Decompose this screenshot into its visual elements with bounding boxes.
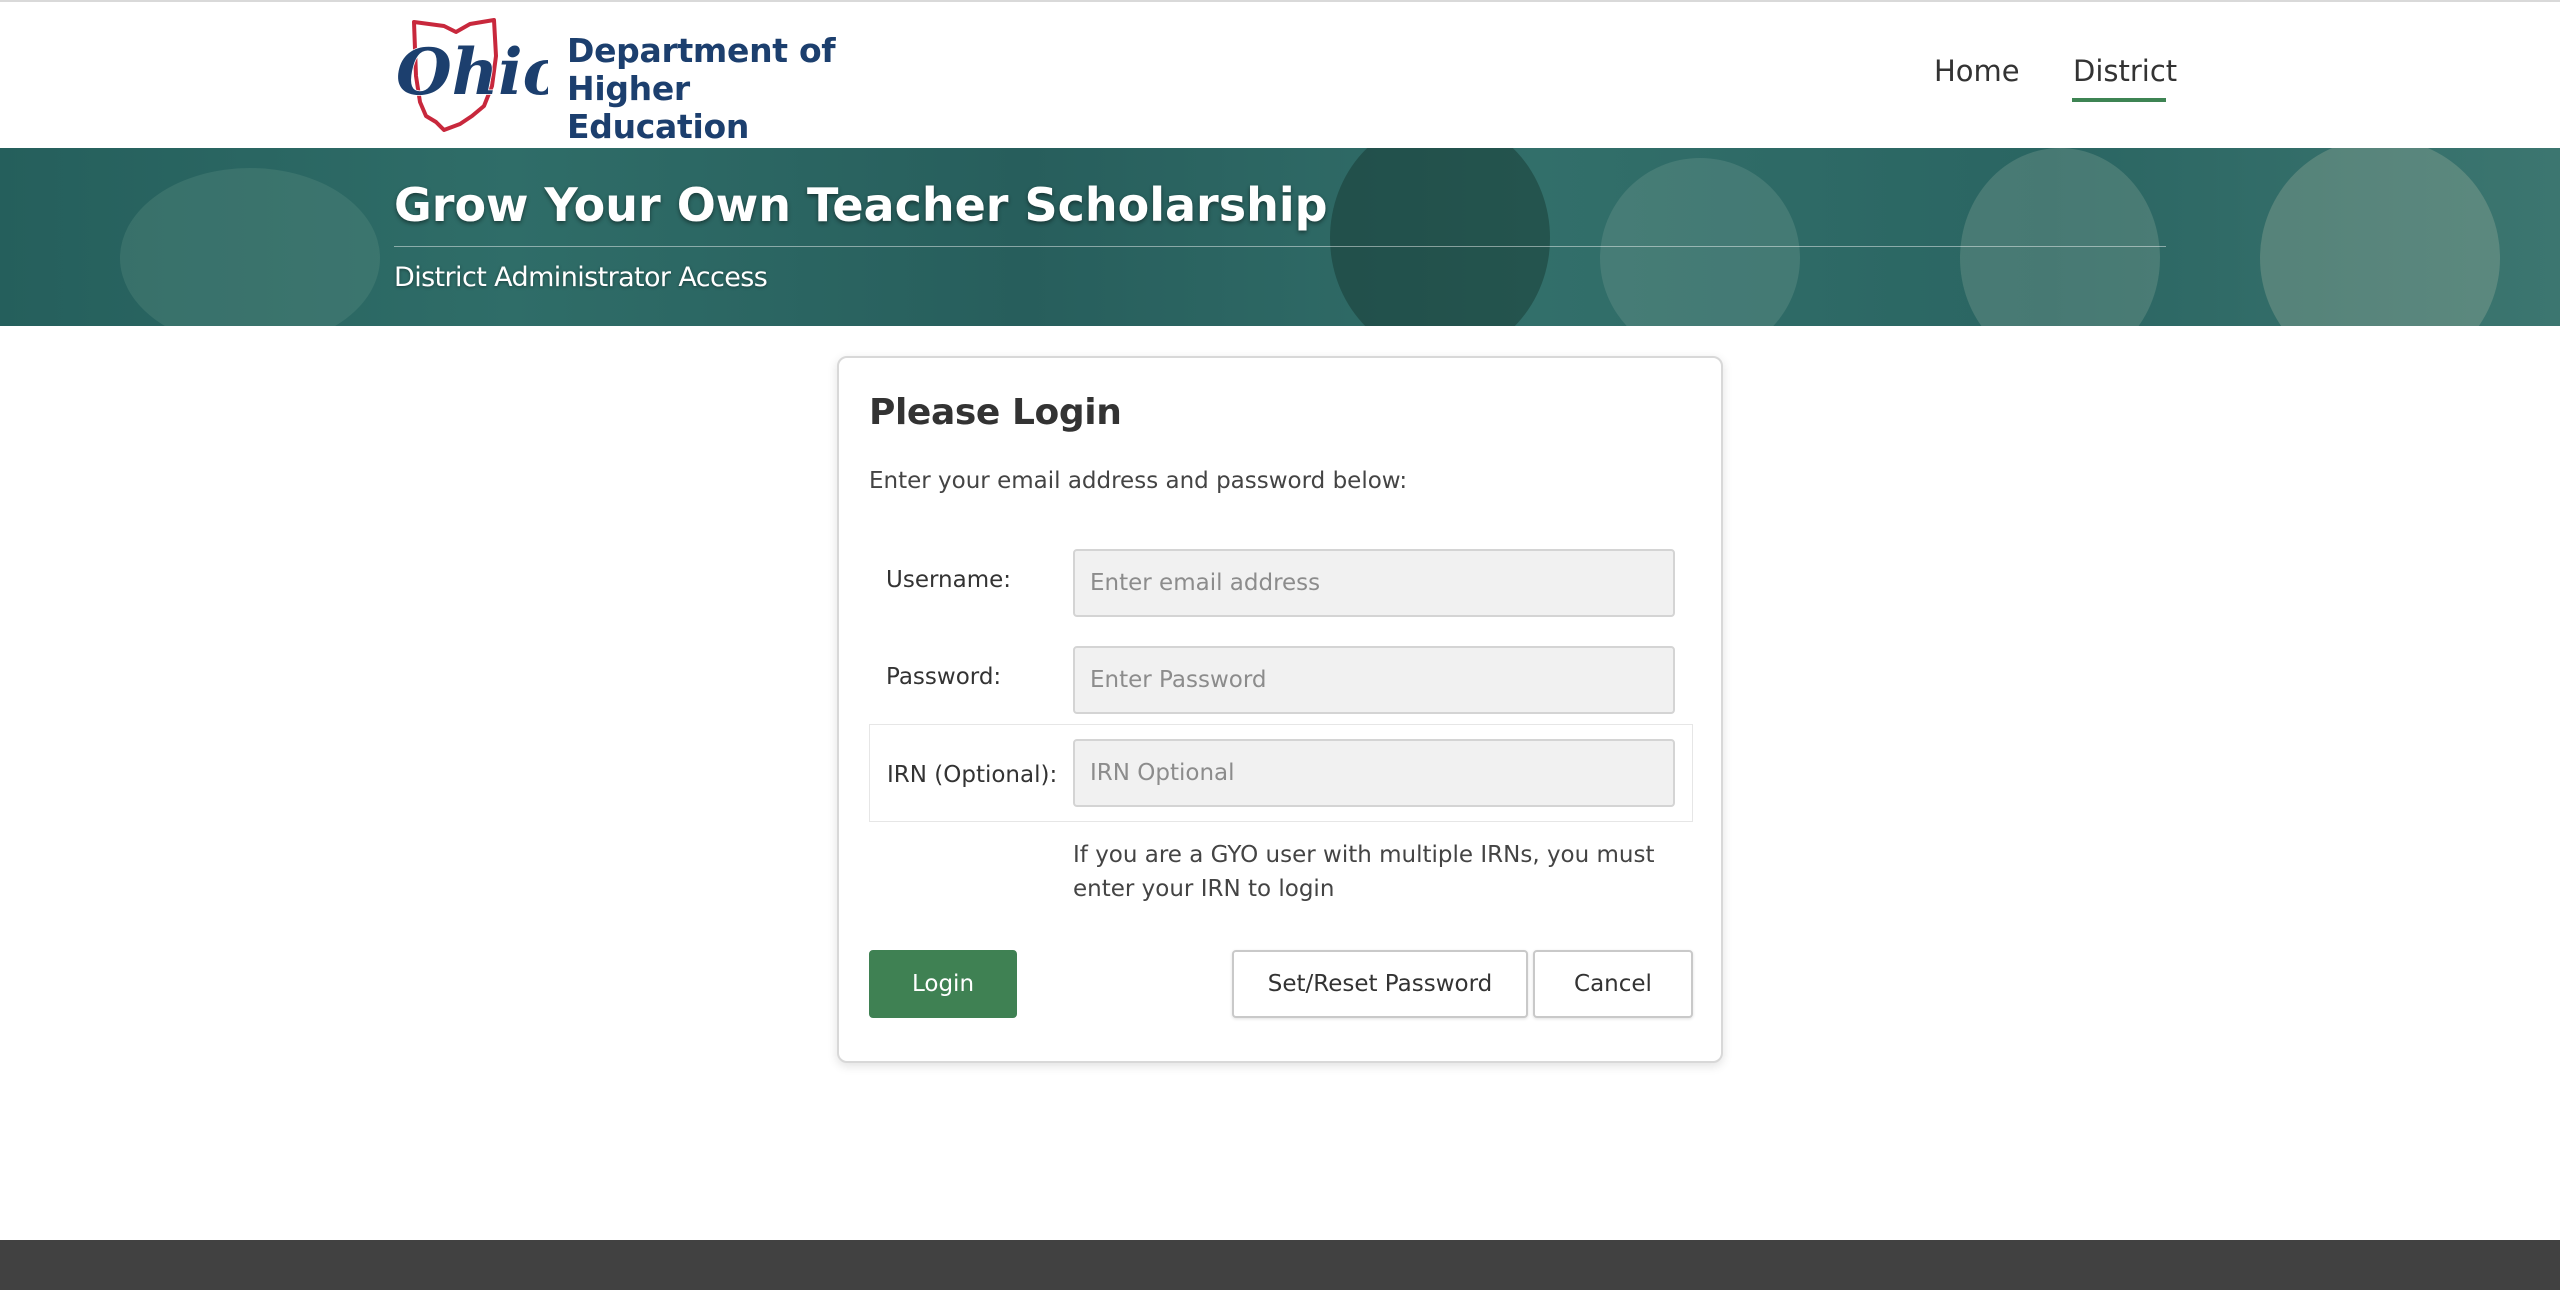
password-row: Password: — [869, 631, 1693, 729]
banner-photo-texture — [1960, 148, 2160, 326]
banner-photo-texture — [120, 168, 380, 326]
irn-row: IRN (Optional): — [869, 724, 1693, 822]
username-row: Username: — [869, 534, 1693, 632]
logo-wordmark: Department of Higher Education — [567, 32, 872, 146]
login-instructions: Enter your email address and password be… — [869, 468, 1408, 494]
password-input[interactable] — [1073, 646, 1675, 714]
page-subtitle: District Administrator Access — [394, 262, 768, 293]
ohio-state-logo-icon: Ohio — [395, 18, 548, 132]
reset-password-button[interactable]: Set/Reset Password — [1232, 950, 1528, 1018]
nav-district-link[interactable]: District — [2073, 54, 2177, 88]
nav-home-link[interactable]: Home — [1934, 54, 2020, 88]
banner-photo-texture — [2260, 148, 2500, 326]
password-label: Password: — [886, 664, 1002, 690]
site-footer — [0, 1240, 2560, 1290]
username-input[interactable] — [1073, 549, 1675, 617]
nav-active-indicator — [2072, 98, 2166, 102]
logo-line-1: Department of — [567, 31, 836, 70]
irn-input[interactable] — [1073, 739, 1675, 807]
username-label: Username: — [886, 567, 1011, 593]
page-title: Grow Your Own Teacher Scholarship — [394, 178, 1328, 232]
login-card: Please Login Enter your email address an… — [837, 356, 1723, 1063]
banner-divider — [394, 246, 2166, 247]
logo-line-2: Higher Education — [567, 69, 750, 146]
logo-script-text: Ohio — [396, 35, 548, 110]
irn-help-text: If you are a GYO user with multiple IRNs… — [1073, 842, 1655, 902]
hero-banner: Grow Your Own Teacher Scholarship Distri… — [0, 148, 2560, 326]
login-button[interactable]: Login — [869, 950, 1017, 1018]
banner-photo-texture — [1330, 148, 1550, 326]
irn-label: IRN (Optional): — [887, 762, 1058, 788]
ohio-higher-ed-logo[interactable]: Ohio Department of Higher Education — [392, 16, 872, 146]
cancel-button[interactable]: Cancel — [1533, 950, 1693, 1018]
site-header: Ohio Department of Higher Education Home… — [0, 2, 2560, 148]
banner-photo-texture — [1600, 158, 1800, 326]
login-title: Please Login — [869, 392, 1122, 433]
